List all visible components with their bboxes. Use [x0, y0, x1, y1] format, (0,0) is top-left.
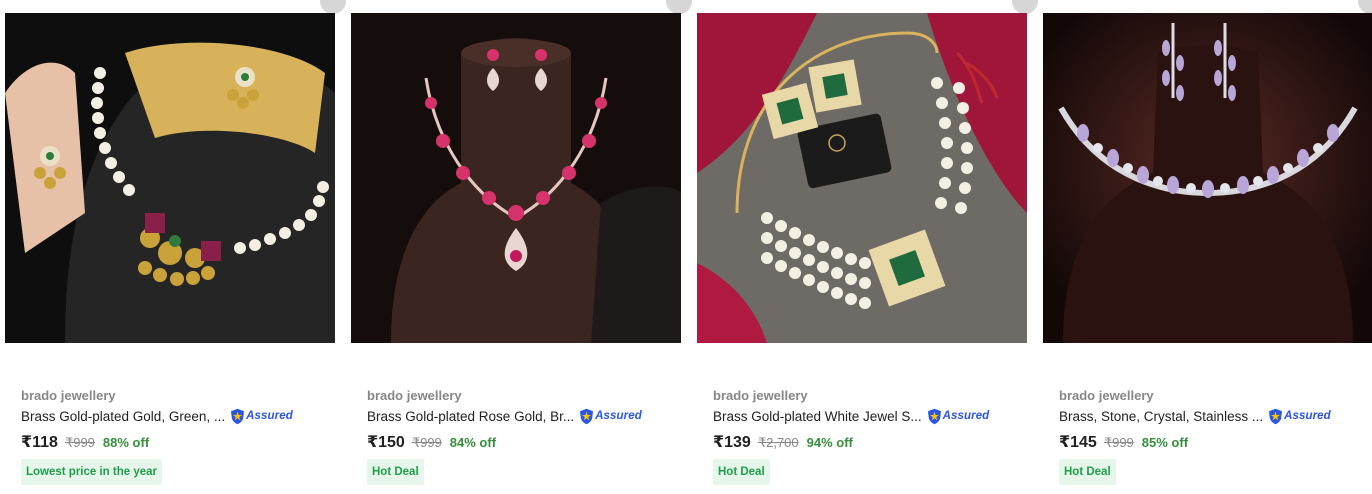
deal-badge: Lowest price in the year: [21, 459, 163, 485]
shield-icon: [231, 408, 245, 424]
shield-icon: [927, 408, 941, 424]
original-price: ₹2,700: [757, 435, 799, 450]
original-price: ₹999: [411, 435, 442, 450]
deal-badge: Hot Deal: [367, 459, 424, 485]
wishlist-heart-icon[interactable]: [320, 0, 346, 14]
wishlist-heart-icon[interactable]: [1012, 0, 1038, 14]
discount-percent: 85% off: [1141, 435, 1189, 450]
assured-badge: Assured: [579, 408, 642, 425]
product-title-row[interactable]: Brass, Stone, Crystal, Stainless ... Ass…: [1059, 407, 1331, 425]
discount-percent: 84% off: [449, 435, 497, 450]
assured-label: Assured: [942, 410, 990, 422]
shield-icon: [1269, 408, 1283, 424]
product-image[interactable]: [351, 13, 681, 343]
product-image[interactable]: [5, 13, 335, 343]
assured-label: Assured: [1284, 410, 1331, 422]
product-title[interactable]: Brass Gold-plated Gold, Green, ...: [21, 409, 225, 424]
product-card[interactable]: brado jewellery Brass Gold-plated White …: [692, 0, 1038, 494]
assured-label: Assured: [246, 410, 293, 422]
product-card[interactable]: brado jewellery Brass Gold-plated Gold, …: [0, 0, 346, 494]
selling-price: ₹118: [21, 434, 58, 451]
product-title-row[interactable]: Brass Gold-plated Rose Gold, Br... Assur…: [367, 407, 642, 425]
deal-badge: Hot Deal: [713, 459, 770, 485]
product-card[interactable]: brado jewellery Brass Gold-plated Rose G…: [346, 0, 692, 494]
product-brand: brado jewellery: [367, 388, 462, 403]
product-image[interactable]: [1043, 13, 1372, 343]
product-title[interactable]: Brass Gold-plated Rose Gold, Br...: [367, 409, 574, 424]
wishlist-heart-icon[interactable]: [666, 0, 692, 14]
product-card[interactable]: brado jewellery Brass, Stone, Crystal, S…: [1038, 0, 1372, 494]
product-brand: brado jewellery: [713, 388, 808, 403]
product-title[interactable]: Brass Gold-plated White Jewel S...: [713, 409, 922, 424]
price-row: ₹118 ₹999 88% off: [21, 432, 149, 452]
discount-percent: 88% off: [102, 435, 150, 450]
product-title[interactable]: Brass, Stone, Crystal, Stainless ...: [1059, 409, 1263, 424]
product-title-row[interactable]: Brass Gold-plated Gold, Green, ... Assur…: [21, 407, 293, 425]
product-image[interactable]: [697, 13, 1027, 343]
product-brand: brado jewellery: [21, 388, 116, 403]
assured-badge: Assured: [1268, 408, 1331, 425]
selling-price: ₹139: [713, 434, 751, 451]
selling-price: ₹145: [1059, 434, 1097, 451]
selling-price: ₹150: [367, 434, 405, 451]
wishlist-heart-icon[interactable]: [1358, 0, 1372, 14]
original-price: ₹999: [1103, 435, 1134, 450]
assured-badge: Assured: [927, 408, 990, 425]
assured-badge: Assured: [230, 408, 293, 425]
assured-label: Assured: [595, 410, 642, 422]
product-grid: brado jewellery Brass Gold-plated Gold, …: [0, 0, 1372, 494]
discount-percent: 94% off: [806, 435, 853, 450]
product-title-row[interactable]: Brass Gold-plated White Jewel S... Assur…: [713, 407, 989, 425]
deal-badge: Hot Deal: [1059, 459, 1116, 485]
shield-icon: [580, 408, 594, 424]
price-row: ₹150 ₹999 84% off: [367, 432, 496, 452]
price-row: ₹139 ₹2,700 94% off: [713, 432, 853, 452]
price-row: ₹145 ₹999 85% off: [1059, 432, 1188, 452]
product-brand: brado jewellery: [1059, 388, 1154, 403]
original-price: ₹999: [64, 435, 95, 450]
